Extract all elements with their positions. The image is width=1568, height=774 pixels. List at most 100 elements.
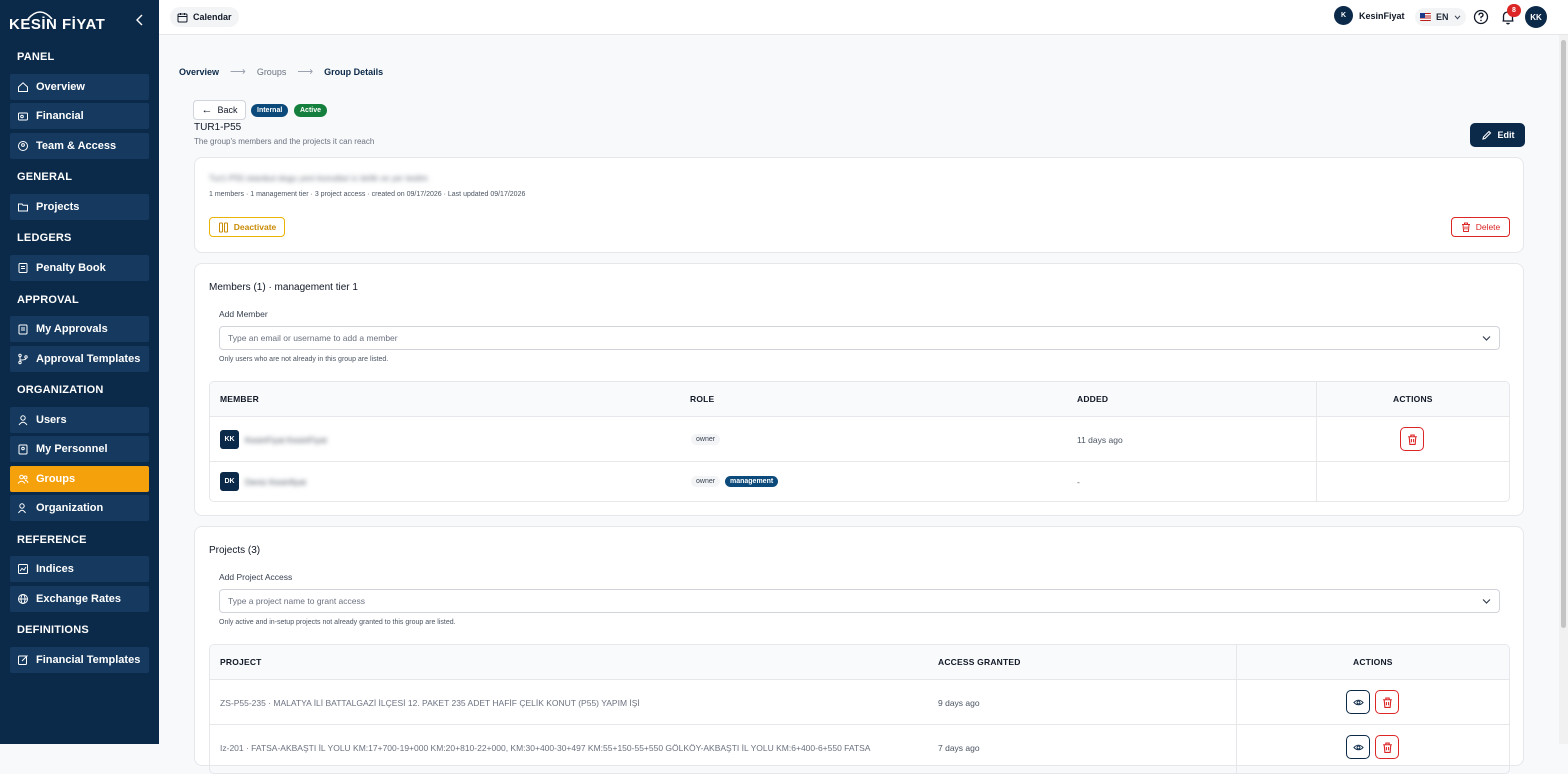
language-select[interactable]: EN	[1415, 8, 1466, 26]
profile-avatar[interactable]: KK	[1525, 6, 1547, 28]
help-icon[interactable]	[1472, 8, 1490, 26]
add-member-label: Add Member	[219, 309, 268, 319]
revoke-access-button[interactable]	[1375, 690, 1399, 714]
chart-icon	[18, 564, 28, 574]
sidebar-item-financial[interactable]: Financial	[10, 103, 149, 129]
role-tag: owner	[691, 476, 721, 487]
col-member: MEMBER	[220, 394, 259, 404]
user-menu[interactable]: K KesinFiyat	[1334, 6, 1405, 25]
add-project-select[interactable]: Type a project name to grant access	[219, 589, 1500, 613]
sidebar-item-label: Financial Templates	[36, 654, 141, 666]
projects-heading: Projects (3)	[209, 545, 261, 556]
sidebar-item-projects[interactable]: Projects	[10, 194, 149, 220]
sidebar-item-financial-templates[interactable]: Financial Templates	[10, 647, 149, 673]
scrollbar-thumb[interactable]	[1561, 40, 1566, 628]
chevron-down-icon	[1482, 336, 1491, 341]
project-name: ZS-P55-235 · MALATYA İLİ BATTALGAZİ İLÇE…	[220, 698, 640, 708]
breadcrumb-group-details: Group Details	[324, 66, 384, 77]
calendar-button[interactable]: Calendar	[170, 7, 239, 27]
table-row: KK KesinFiyat KesinFiyat owner 11 days a…	[210, 417, 1509, 462]
sidebar-item-exchange-rates[interactable]: Exchange Rates	[10, 586, 149, 612]
sidebar-item-indices[interactable]: Indices	[10, 556, 149, 582]
breadcrumb-overview[interactable]: Overview	[179, 67, 219, 77]
add-project-placeholder: Type a project name to grant access	[228, 596, 366, 606]
revoke-access-button[interactable]	[1375, 735, 1399, 759]
sidebar-item-overview[interactable]: Overview	[10, 74, 149, 100]
add-member-placeholder: Type an email or username to add a membe…	[228, 333, 398, 343]
sidebar-item-label: Organization	[36, 502, 104, 514]
projects-table: PROJECT ACCESS GRANTED ACTIONS ZS-P55-23…	[209, 644, 1510, 774]
section-title-definitions: DEFINITIONS	[17, 624, 89, 636]
view-project-button[interactable]	[1346, 735, 1370, 759]
add-member-select[interactable]: Type an email or username to add a membe…	[219, 326, 1500, 350]
page-title: TUR1-P55	[194, 122, 242, 133]
shield-user-icon	[18, 141, 28, 151]
remove-member-button[interactable]	[1400, 427, 1424, 451]
logo[interactable]: KESİN FİYAT	[9, 8, 139, 34]
member-avatar: DK	[220, 472, 239, 491]
sidebar-item-groups[interactable]: Groups	[10, 466, 149, 492]
user-icon	[18, 415, 28, 426]
members-heading: Members (1) · management tier 1	[209, 282, 358, 293]
notification-badge: 8	[1507, 4, 1521, 17]
wallet-icon	[18, 112, 28, 121]
branch-icon	[18, 353, 28, 365]
delete-label: Delete	[1475, 222, 1501, 232]
col-role: ROLE	[690, 394, 715, 404]
member-avatar: KK	[220, 430, 239, 449]
sidebar-item-approval-templates[interactable]: Approval Templates	[10, 346, 149, 372]
sidebar-item-label: Indices	[36, 563, 74, 575]
deactivate-label: Deactivate	[233, 222, 277, 232]
edit-label: Edit	[1497, 130, 1515, 140]
sidebar-item-my-personnel[interactable]: My Personnel	[10, 436, 149, 462]
chevron-down-icon	[1482, 599, 1491, 604]
section-title-approval: APPROVAL	[17, 294, 79, 306]
collapse-sidebar-icon[interactable]	[134, 13, 146, 27]
view-project-button[interactable]	[1346, 690, 1370, 714]
pause-icon	[218, 222, 228, 232]
group-meta: 1 members · 1 management tier · 3 projec…	[209, 191, 526, 198]
col-added: ADDED	[1077, 394, 1109, 404]
sidebar-item-users[interactable]: Users	[10, 407, 149, 433]
breadcrumb: Overview ⟶ Groups ⟶ Group Details	[179, 65, 383, 78]
sidebar-item-my-approvals[interactable]: My Approvals	[10, 316, 149, 342]
globe-icon	[18, 594, 28, 604]
members-card: Members (1) · management tier 1 Add Memb…	[194, 263, 1524, 516]
sidebar-item-label: Financial	[36, 110, 84, 122]
added-date: -	[1077, 477, 1080, 487]
back-label: Back	[217, 105, 238, 115]
user-name: KesinFiyat	[1359, 10, 1405, 21]
section-title-general: GENERAL	[17, 171, 73, 183]
sidebar-item-penalty-book[interactable]: Penalty Book	[10, 255, 149, 281]
section-title-panel: PANEL	[17, 51, 55, 63]
sidebar-item-label: My Approvals	[36, 323, 108, 335]
sidebar-item-label: Penalty Book	[36, 262, 106, 274]
sidebar-item-team-access[interactable]: Team & Access	[10, 133, 149, 159]
language-label: EN	[1436, 12, 1449, 22]
group-description: Tur1-P55 istanbul dogu yeni konutlari ic…	[209, 173, 428, 183]
back-button[interactable]: ← Back	[193, 100, 246, 120]
sidebar-item-label: Exchange Rates	[36, 593, 121, 605]
clipboard-user-icon	[18, 444, 28, 455]
user-avatar: K	[1334, 6, 1353, 25]
breadcrumb-groups[interactable]: Groups	[257, 67, 287, 77]
role-tag-management: management	[725, 476, 779, 487]
table-row: Iz-201 · FATSA-AKBAŞTI İL YOLU KM:17+700…	[210, 725, 1509, 773]
table-row: DK Deniz Kesinfiyat owner management -	[210, 462, 1509, 501]
calendar-icon	[177, 12, 188, 22]
col-actions: ACTIONS	[1393, 394, 1433, 404]
access-granted-date: 7 days ago	[938, 743, 980, 753]
col-project: PROJECT	[220, 657, 262, 667]
table-header: MEMBER ROLE ADDED ACTIONS	[210, 382, 1509, 417]
home-icon	[18, 82, 28, 92]
chevron-down-icon	[1454, 15, 1460, 20]
pencil-icon	[1481, 130, 1491, 140]
deactivate-button[interactable]: Deactivate	[209, 217, 285, 237]
sidebar-item-organization[interactable]: Organization	[10, 495, 149, 521]
add-project-hint: Only active and in-setup projects not al…	[219, 619, 456, 626]
topbar: Calendar K KesinFiyat EN 8 KK	[159, 0, 1568, 35]
sidebar-item-label: My Personnel	[36, 443, 108, 455]
delete-group-button[interactable]: Delete	[1451, 217, 1510, 237]
logo-text: KESİN FİYAT	[9, 16, 106, 33]
edit-button[interactable]: Edit	[1470, 123, 1525, 147]
